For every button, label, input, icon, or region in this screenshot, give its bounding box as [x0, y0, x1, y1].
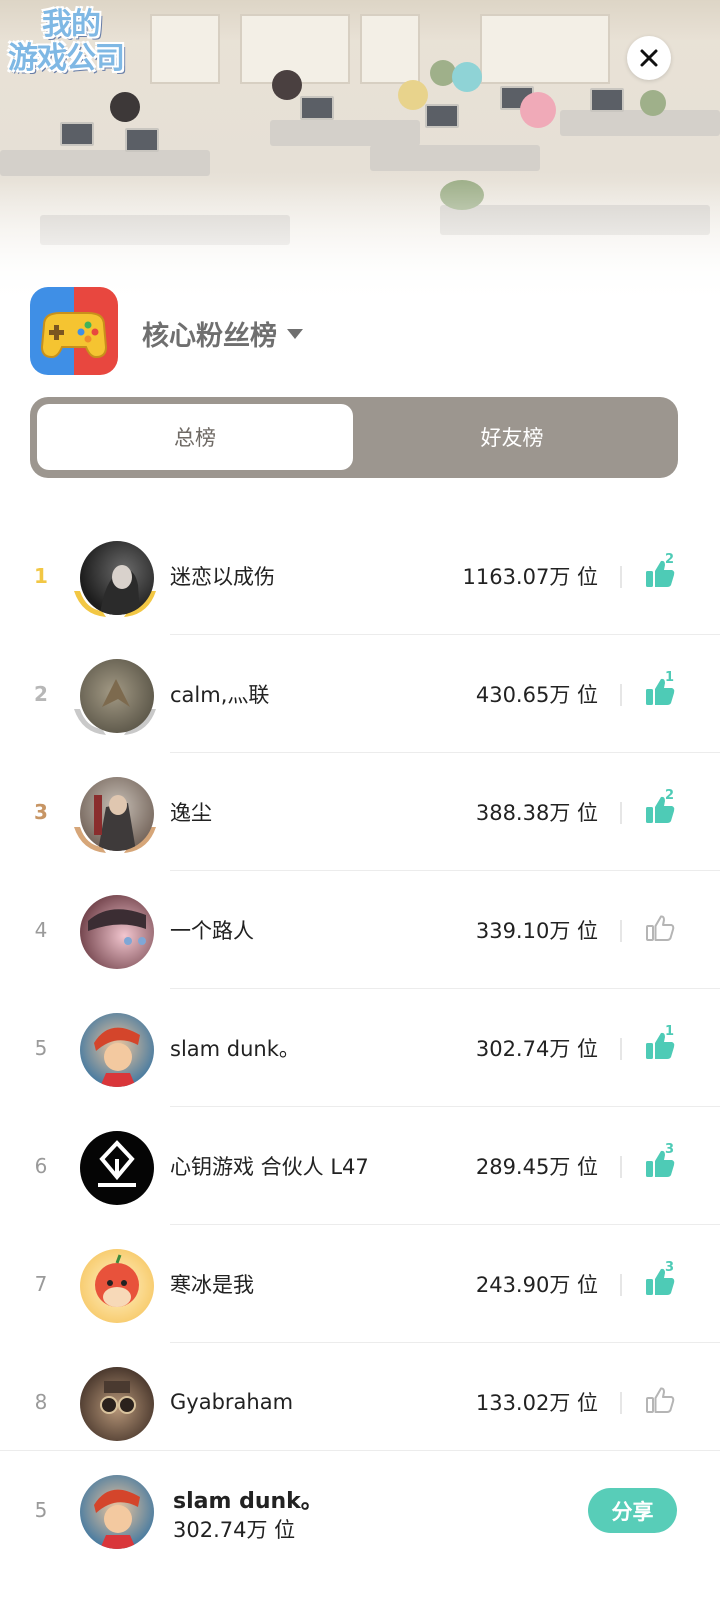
avatar[interactable]: [72, 537, 158, 623]
banner-character: [520, 92, 556, 128]
rank-number: 4: [34, 918, 48, 942]
banner-desk: [270, 120, 420, 146]
divider: [620, 1156, 622, 1178]
rank-number: 7: [34, 1272, 48, 1296]
banner-character: [110, 92, 140, 122]
avatar[interactable]: [72, 773, 158, 859]
banner-character: [272, 70, 302, 100]
divider: [620, 802, 622, 824]
close-button[interactable]: [627, 36, 671, 80]
player-name: slam dunk。: [170, 1037, 300, 1061]
thumbs-up-outline-icon[interactable]: [643, 1383, 677, 1417]
banner-monitor: [425, 104, 459, 128]
board-selector[interactable]: 核心粉丝榜: [142, 313, 303, 353]
player-score: 133.02万 位: [475, 1391, 598, 1415]
like-count: 2: [665, 788, 675, 803]
banner-monitor: [590, 88, 624, 112]
like-count: 1: [665, 1024, 675, 1039]
office-banner: 我的 游戏公司: [0, 0, 720, 310]
ranking-row[interactable]: 5 slam dunk。 302.74万 位 1: [0, 989, 720, 1107]
share-button[interactable]: 分享: [588, 1488, 677, 1533]
avatar[interactable]: [72, 1127, 158, 1213]
divider: [620, 1274, 622, 1296]
player-score: 289.45万 位: [475, 1155, 598, 1179]
rank-number: 5: [34, 1036, 48, 1060]
ranking-row[interactable]: 7 寒冰是我 243.90万 位 3: [0, 1225, 720, 1343]
player-name: 一个路人: [170, 919, 254, 943]
player-score: 388.38万 位: [475, 801, 598, 825]
game-logo-line: 游戏公司: [8, 41, 125, 76]
my-name: slam dunk。: [173, 1489, 323, 1514]
tab-overall[interactable]: 总榜: [37, 404, 353, 470]
divider: [620, 1038, 622, 1060]
rank-number: 8: [34, 1390, 48, 1414]
banner-desk: [560, 110, 720, 136]
rank-number: 6: [34, 1154, 48, 1178]
banner-window: [150, 14, 220, 84]
banner-window: [480, 14, 610, 84]
game-app-icon: [30, 287, 118, 375]
banner-desk: [370, 145, 540, 171]
player-name: Gyabraham: [170, 1390, 294, 1414]
avatar[interactable]: [72, 655, 158, 741]
player-name: 逸尘: [170, 801, 212, 825]
caret-down-icon: [287, 329, 303, 339]
avatar[interactable]: [72, 891, 158, 977]
rank-number: 1: [34, 564, 48, 588]
close-icon: [640, 49, 658, 67]
player-score: 243.90万 位: [475, 1273, 598, 1297]
banner-character: [398, 80, 428, 110]
banner-character: [452, 62, 482, 92]
like-count: 1: [665, 670, 675, 685]
player-score: 1163.07万 位: [462, 565, 598, 589]
banner-monitor: [300, 96, 334, 120]
game-logo-line: 我的: [42, 7, 101, 42]
avatar[interactable]: [72, 1245, 158, 1331]
avatar[interactable]: [72, 1363, 158, 1449]
ranking-row[interactable]: 3 逸尘 388.38万 位 2: [0, 753, 720, 871]
gamepad-icon: [30, 287, 118, 375]
divider: [620, 1392, 622, 1414]
ranking-row[interactable]: 8 Gyabraham 133.02万 位: [0, 1343, 720, 1461]
ranking-tabs: 总榜 好友榜: [30, 397, 678, 478]
banner-monitor: [125, 128, 159, 152]
banner-plant: [640, 90, 666, 116]
my-avatar[interactable]: [72, 1471, 158, 1557]
thumbs-up-outline-icon[interactable]: [643, 911, 677, 945]
rank-number: 3: [34, 800, 48, 824]
ranking-list: 1 迷恋以成伤 1163.07万 位 2 2 calm,灬联 430.65万 位…: [0, 517, 720, 1461]
board-title: 核心粉丝榜: [142, 320, 277, 352]
player-name: 心钥游戏 合伙人 L47: [170, 1155, 369, 1179]
avatar[interactable]: [72, 1009, 158, 1095]
banner-desk: [0, 150, 210, 176]
divider: [620, 684, 622, 706]
banner-monitor: [60, 122, 94, 146]
player-name: 寒冰是我: [170, 1273, 254, 1297]
my-rank-number: 5: [34, 1498, 48, 1522]
rank-number: 2: [34, 682, 48, 706]
player-score: 430.65万 位: [475, 683, 598, 707]
player-name: calm,灬联: [170, 683, 270, 707]
ranking-row[interactable]: 2 calm,灬联 430.65万 位 1: [0, 635, 720, 753]
ranking-row[interactable]: 1 迷恋以成伤 1163.07万 位 2: [0, 517, 720, 635]
like-count: 3: [665, 1260, 675, 1275]
like-count: 2: [665, 552, 675, 567]
ranking-row[interactable]: 4 一个路人 339.10万 位: [0, 871, 720, 989]
divider: [620, 566, 622, 588]
player-name: 迷恋以成伤: [170, 565, 275, 589]
game-logo: 我的 游戏公司: [8, 8, 144, 84]
tab-friends[interactable]: 好友榜: [354, 404, 670, 470]
divider: [620, 920, 622, 942]
player-score: 339.10万 位: [475, 919, 598, 943]
player-score: 302.74万 位: [475, 1037, 598, 1061]
banner-window: [360, 14, 420, 84]
like-count: 3: [665, 1142, 675, 1157]
my-rank-bar: 5 slam dunk。 302.74万 位 分享: [0, 1450, 720, 1600]
my-score: 302.74万 位: [173, 1518, 296, 1542]
ranking-row[interactable]: 6 心钥游戏 合伙人 L47 289.45万 位 3: [0, 1107, 720, 1225]
